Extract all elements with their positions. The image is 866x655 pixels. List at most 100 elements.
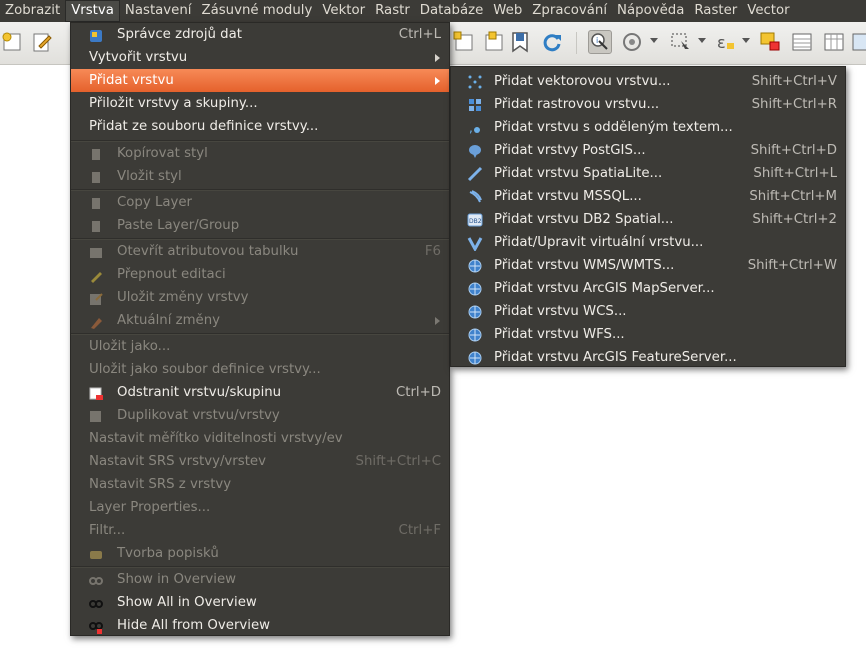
menu-item-hide-all-overview[interactable]: Hide All from Overview bbox=[71, 614, 449, 637]
mssql-icon bbox=[467, 189, 483, 205]
menu-rastr[interactable]: Rastr bbox=[370, 0, 415, 22]
submenu-item-vector[interactable]: Přidat vektorovou vrstvu... Shift+Ctrl+V bbox=[451, 70, 845, 93]
menu-item-layer-properties[interactable]: Layer Properties... bbox=[71, 496, 449, 519]
menu-vector[interactable]: Vector bbox=[742, 0, 794, 22]
menu-item-set-crs[interactable]: Nastavit SRS vrstvy/vrstev Shift+Ctrl+C bbox=[71, 450, 449, 473]
copy-layer-icon bbox=[89, 196, 103, 210]
menu-item-copy-layer[interactable]: Copy Layer bbox=[71, 191, 449, 214]
submenu-item-arcgis-mapserver[interactable]: Přidat vrstvu ArcGIS MapServer... bbox=[451, 277, 845, 300]
menu-item-crs-from-layer[interactable]: Nastavit SRS z vrstvy bbox=[71, 473, 449, 496]
submenu-item-wms[interactable]: Přidat vrstvu WMS/WMTS... Shift+Ctrl+W bbox=[451, 254, 845, 277]
glasses-icon bbox=[89, 596, 103, 610]
menu-item-show-in-overview[interactable]: Show in Overview bbox=[71, 568, 449, 591]
svg-text:i: i bbox=[596, 36, 598, 45]
menu-item-source-manager[interactable]: Správce zdrojů dat Ctrl+L bbox=[71, 23, 449, 46]
vector-layer-icon bbox=[467, 74, 483, 90]
menu-item-paste-layer[interactable]: Paste Layer/Group bbox=[71, 214, 449, 237]
menu-databaze[interactable]: Databáze bbox=[415, 0, 489, 22]
project-icon[interactable] bbox=[0, 30, 24, 54]
menu-item-labeling[interactable]: Tvorba popisků bbox=[71, 542, 449, 565]
submenu-item-virtual[interactable]: Přidat/Upravit virtuální vrstvu... bbox=[451, 231, 845, 254]
identify-icon[interactable]: i bbox=[588, 30, 612, 54]
measure-icon[interactable] bbox=[620, 30, 644, 54]
expression-select-icon[interactable]: ε bbox=[713, 30, 737, 54]
submenu-item-arcgis-featureserver[interactable]: Přidat vrstvu ArcGIS FeatureServer... bbox=[451, 346, 845, 369]
submenu-item-wcs[interactable]: Přidat vrstvu WCS... bbox=[451, 300, 845, 323]
data-source-manager-icon bbox=[89, 28, 103, 42]
chevron-down-icon[interactable] bbox=[742, 38, 750, 43]
field-calculator-icon[interactable] bbox=[822, 30, 846, 54]
menu-zobrazit[interactable]: Zobrazit bbox=[0, 0, 65, 22]
menu-item-current-edits[interactable]: Aktuální změny bbox=[71, 309, 449, 332]
deselect-icon[interactable] bbox=[758, 30, 782, 54]
menu-item-toggle-editing[interactable]: Přepnout editaci bbox=[71, 263, 449, 286]
glasses-hide-icon bbox=[89, 619, 103, 634]
menu-item-duplicate-layer[interactable]: Duplikovat vrstvu/vrstvy bbox=[71, 404, 449, 427]
virtual-layer-icon bbox=[467, 235, 483, 253]
menu-nastaveni[interactable]: Nastavení bbox=[120, 0, 197, 22]
arcgis-mapserver-icon bbox=[467, 281, 483, 297]
menu-item-scale-visibility[interactable]: Nastavit měřítko viditelnosti vrstvy/ev bbox=[71, 427, 449, 450]
chevron-down-icon[interactable] bbox=[650, 38, 658, 43]
menu-napoveda[interactable]: Nápověda bbox=[612, 0, 689, 22]
wfs-icon bbox=[467, 327, 483, 343]
bookmark-icon[interactable] bbox=[508, 30, 532, 54]
menu-item-filter[interactable]: Filtr... Ctrl+F bbox=[71, 519, 449, 542]
label-icon bbox=[89, 547, 103, 561]
layer-lock-icon[interactable] bbox=[452, 30, 476, 54]
submenu-item-spatialite[interactable]: Přidat vrstvu SpatiaLite... Shift+Ctrl+L bbox=[451, 162, 845, 185]
menu-zpracovani[interactable]: Zpracování bbox=[527, 0, 612, 22]
menu-item-create-layer[interactable]: Vytvořit vrstvu bbox=[71, 46, 449, 69]
wms-icon bbox=[467, 258, 483, 274]
chevron-down-icon[interactable] bbox=[698, 38, 706, 43]
menu-item-embed-layers[interactable]: Přiložit vrstvy a skupiny... bbox=[71, 92, 449, 115]
copy-style-icon bbox=[89, 147, 103, 161]
chevron-right-icon bbox=[435, 54, 440, 62]
chevron-right-icon bbox=[435, 77, 440, 85]
grid-icon[interactable] bbox=[850, 30, 866, 54]
layer-menu: Správce zdrojů dat Ctrl+L Vytvořit vrstv… bbox=[70, 22, 450, 636]
attribute-table-icon[interactable] bbox=[790, 30, 814, 54]
delimited-text-icon: , bbox=[467, 120, 483, 136]
menu-raster[interactable]: Raster bbox=[689, 0, 742, 22]
menu-item-add-layer[interactable]: Přidat vrstvu bbox=[71, 69, 449, 92]
postgis-icon bbox=[467, 143, 483, 159]
menu-item-add-from-definition[interactable]: Přidat ze souboru definice vrstvy... bbox=[71, 115, 449, 138]
menu-vektor[interactable]: Vektor bbox=[317, 0, 370, 22]
db2-icon: DB2 bbox=[467, 212, 483, 228]
svg-text:,: , bbox=[469, 121, 473, 135]
arcgis-featureserver-icon bbox=[467, 350, 483, 366]
menu-zasuvne-moduly[interactable]: Zásuvné moduly bbox=[196, 0, 317, 22]
remove-layer-icon bbox=[89, 386, 103, 400]
menu-item-copy-style[interactable]: Kopírovat styl bbox=[71, 142, 449, 165]
submenu-item-mssql[interactable]: Přidat vrstvu MSSQL... Shift+Ctrl+M bbox=[451, 185, 845, 208]
menu-item-paste-style[interactable]: Vložit styl bbox=[71, 165, 449, 188]
refresh-icon[interactable] bbox=[540, 30, 564, 54]
layer-lock2-icon[interactable] bbox=[482, 30, 506, 54]
menu-web[interactable]: Web bbox=[488, 0, 527, 22]
chevron-right-icon bbox=[435, 317, 440, 325]
menubar: Zobrazit Vrstva Nastavení Zásuvné moduly… bbox=[0, 0, 866, 22]
menu-vrstva[interactable]: Vrstva bbox=[65, 0, 120, 22]
submenu-item-wfs[interactable]: Přidat vrstvu WFS... bbox=[451, 323, 845, 346]
add-layer-submenu: Přidat vektorovou vrstvu... Shift+Ctrl+V… bbox=[450, 66, 846, 367]
select-rect-icon[interactable] bbox=[668, 30, 692, 54]
attribute-table-icon bbox=[89, 245, 103, 259]
submenu-item-raster[interactable]: Přidat rastrovou vrstvu... Shift+Ctrl+R bbox=[451, 93, 845, 116]
menu-item-save-definition[interactable]: Uložit jako soubor definice vrstvy... bbox=[71, 358, 449, 381]
toolbar-separator bbox=[576, 32, 577, 54]
paste-layer-icon bbox=[89, 219, 103, 233]
menu-item-save-edits[interactable]: Uložit změny vrstvy bbox=[71, 286, 449, 309]
submenu-item-postgis[interactable]: Přidat vrstvy PostGIS... Shift+Ctrl+D bbox=[451, 139, 845, 162]
raster-layer-icon bbox=[467, 97, 483, 113]
menu-item-open-attribute-table[interactable]: Otevřít atributovou tabulku F6 bbox=[71, 240, 449, 263]
edit-doc-icon[interactable] bbox=[30, 30, 54, 54]
menu-item-remove-layer[interactable]: Odstranit vrstvu/skupinu Ctrl+D bbox=[71, 381, 449, 404]
submenu-item-db2[interactable]: DB2 Přidat vrstvu DB2 Spatial... Shift+C… bbox=[451, 208, 845, 231]
menu-item-show-all-overview[interactable]: Show All in Overview bbox=[71, 591, 449, 614]
submenu-item-delimited-text[interactable]: , Přidat vrstvu s odděleným textem... bbox=[451, 116, 845, 139]
svg-text:ε: ε bbox=[717, 33, 726, 52]
pencil-icon bbox=[89, 268, 103, 283]
menu-item-save-as[interactable]: Uložit jako... bbox=[71, 335, 449, 358]
paste-style-icon bbox=[89, 170, 103, 184]
